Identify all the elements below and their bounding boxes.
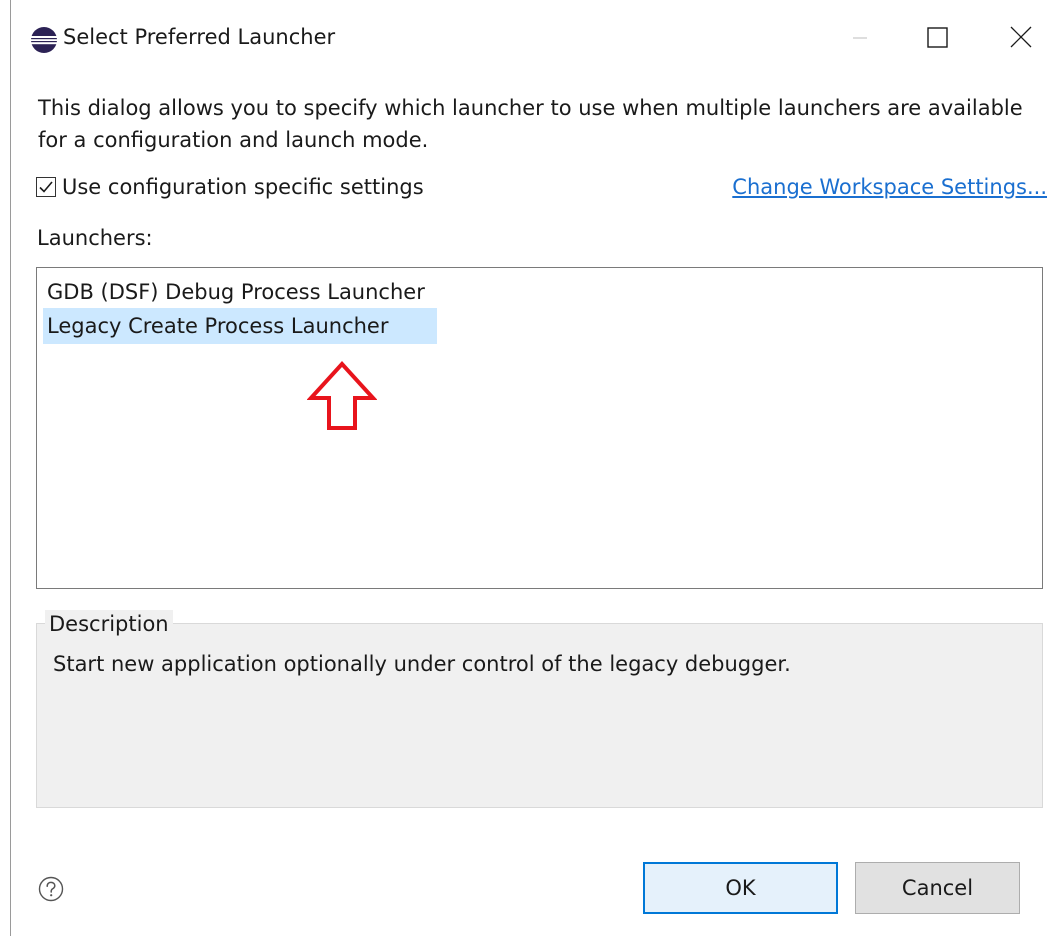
eclipse-icon (31, 27, 57, 53)
launcher-item-legacy-create-process[interactable]: Legacy Create Process Launcher (43, 308, 437, 344)
window-title: Select Preferred Launcher (63, 25, 336, 49)
cancel-button[interactable]: Cancel (855, 862, 1020, 914)
minimize-icon[interactable] (837, 18, 883, 58)
maximize-icon[interactable] (913, 18, 959, 58)
change-workspace-settings-link[interactable]: Change Workspace Settings... (732, 171, 1047, 203)
ok-button[interactable]: OK (643, 862, 838, 914)
config-specific-checkbox-row[interactable]: Use configuration specific settings (36, 171, 446, 203)
description-group: Description Start new application option… (36, 610, 1043, 808)
launcher-item-gdb-dsf[interactable]: GDB (DSF) Debug Process Launcher (43, 274, 429, 310)
checkmark-icon (39, 181, 53, 193)
config-specific-checkbox[interactable] (36, 177, 56, 197)
close-icon[interactable] (997, 18, 1043, 58)
window-left-border (10, 0, 11, 936)
description-text: Start new application optionally under c… (53, 652, 791, 676)
launchers-label: Launchers: (37, 226, 153, 250)
launcher-list[interactable]: GDB (DSF) Debug Process Launcher Legacy … (36, 267, 1043, 589)
config-specific-label[interactable]: Use configuration specific settings (62, 171, 446, 203)
title-bar[interactable]: Select Preferred Launcher (11, 0, 1060, 76)
help-icon[interactable] (38, 876, 64, 902)
annotation-arrow-up-icon (307, 361, 377, 430)
description-legend: Description (45, 610, 173, 638)
dialog-intro-text: This dialog allows you to specify which … (38, 96, 1023, 152)
